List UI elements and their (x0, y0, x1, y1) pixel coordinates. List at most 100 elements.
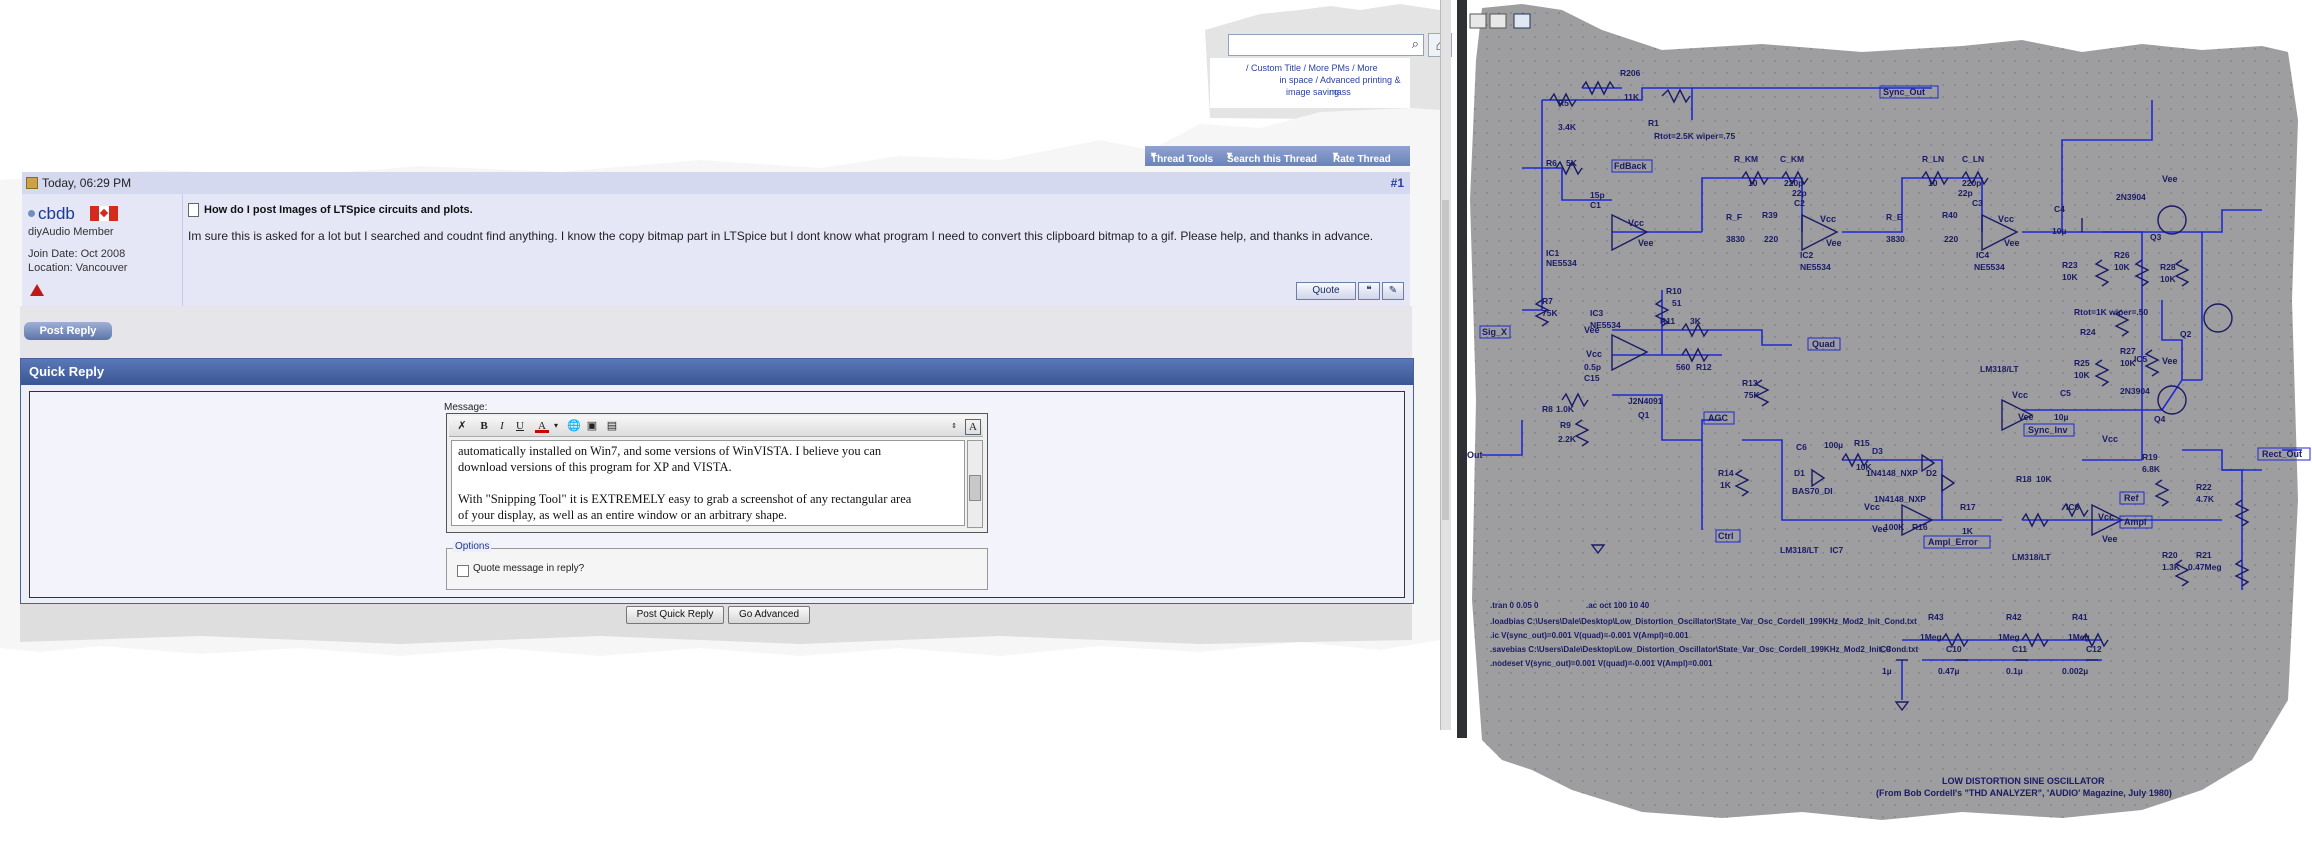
toolbar-icon-3[interactable] (1513, 13, 1531, 29)
directive-tran[interactable]: .tran 0 0.05 0 (1490, 601, 1539, 610)
net-label-sync-inv[interactable]: Sync_Inv (2028, 425, 2068, 435)
label-r22: R22 (2196, 482, 2212, 492)
italic-button[interactable]: I (495, 419, 509, 433)
thread-tools-label[interactable]: Thread Tools (1151, 154, 1213, 165)
options-legend: Options (453, 541, 492, 552)
multi-quote-button[interactable]: ❝ (1358, 282, 1380, 300)
value-r41: 1Meg (2068, 632, 2090, 642)
thread-tools-menu[interactable]: Thread Tools ▾ (1151, 150, 1213, 165)
schematic-canvas[interactable]: Sync_Out FdBack Sig_X Quad AGC _Out Rect… (1461, 0, 2312, 836)
insert-link-icon[interactable]: 🌐 (567, 419, 581, 433)
post-quick-reply-label[interactable]: Post Quick Reply (637, 609, 714, 620)
editor-line: download versions of this program for XP… (458, 460, 732, 474)
label-c2: C2 (1794, 198, 1805, 208)
quick-reply-button[interactable]: ✎ (1382, 282, 1404, 300)
quote-button[interactable]: Quote (1296, 282, 1356, 300)
username-link[interactable]: cbdb (38, 204, 75, 224)
font-color-button[interactable]: A (535, 419, 549, 433)
go-advanced-label[interactable]: Go Advanced (739, 609, 799, 620)
label-q3: Q3 (2150, 232, 2162, 242)
net-label-quad[interactable]: Quad (1812, 339, 1835, 349)
label-ic7: IC7 (1830, 545, 1844, 555)
scrollbar-thumb[interactable] (969, 475, 981, 501)
quote-label[interactable]: Quote (1312, 285, 1339, 296)
chevron-down-icon[interactable]: ▾ (549, 419, 563, 433)
label-r16: R16 (1912, 522, 1928, 532)
resize-icon[interactable]: ⇕ (947, 419, 961, 433)
top-link-1[interactable]: / Custom Title / More PMs / More (1246, 62, 1378, 74)
net-label-agc[interactable]: AGC (1708, 413, 1729, 423)
net-label-vcc: Vcc (1586, 349, 1602, 359)
message-textarea[interactable]: automatically installed on Win7, and som… (451, 440, 965, 526)
toolbar-icon-1[interactable] (1469, 13, 1487, 29)
net-label-ampl[interactable]: Ampl (2124, 517, 2147, 527)
label-r19: R19 (2142, 452, 2158, 462)
rate-thread-label[interactable]: Rate Thread (1333, 154, 1391, 165)
link-text[interactable]: / Custom Title (1246, 63, 1301, 73)
browser-scrollbar[interactable] (1440, 0, 1451, 730)
directive-nodeset[interactable]: .nodeset V(sync_out)=0.001 V(quad)=-0.00… (1490, 659, 1713, 668)
net-label-fdback[interactable]: FdBack (1614, 161, 1648, 171)
top-link-3[interactable]: image saving (1286, 86, 1339, 98)
link-text[interactable]: / More PMs (1304, 63, 1350, 73)
quick-reply-title: Quick Reply (21, 359, 1413, 385)
link-text[interactable]: / More (1352, 63, 1378, 73)
net-label-sig-x[interactable]: Sig_X (1482, 327, 1507, 337)
label-r28: R28 (2160, 262, 2176, 272)
value-r10: 51 (1672, 298, 1682, 308)
value-c1: 15p (1590, 190, 1605, 200)
net-label-ref[interactable]: Ref (2124, 493, 2140, 503)
bold-button[interactable]: B (477, 419, 491, 433)
directive-ac[interactable]: .ac oct 100 10 40 (1586, 601, 1650, 610)
editor-toolbar: ✗ B I U A ▾ 🌐 ▣ ▤ ⇕ A (449, 416, 983, 437)
quote-tag-icon[interactable]: ▤ (605, 419, 619, 433)
value-q3: 2N3904 (2116, 192, 2146, 202)
directive-ic[interactable]: .ic V(sync_out)=0.001 V(quad)=-0.001 V(A… (1490, 631, 1689, 640)
label-r14: R14 (1718, 468, 1734, 478)
link-text[interactable]: in space (1279, 75, 1313, 85)
underline-button[interactable]: U (513, 419, 527, 433)
editor-scrollbar[interactable] (967, 440, 983, 528)
label-c6: C6 (1796, 442, 1807, 452)
value-r7: 75K (1542, 308, 1558, 318)
label-r24: R24 (2080, 327, 2096, 337)
switch-editor-icon[interactable]: A (965, 419, 981, 435)
post-number-link[interactable]: #1 (1391, 176, 1404, 190)
net-label-vcc: Vcc (2102, 434, 2118, 444)
value-c6: 100µ (1824, 440, 1843, 450)
search-thread-label[interactable]: Search this Thread (1227, 154, 1317, 165)
net-label-sync-out[interactable]: Sync_Out (1883, 87, 1925, 97)
insert-image-icon[interactable]: ▣ (585, 419, 599, 433)
label-r21: R21 (2196, 550, 2212, 560)
net-label-vee: Vee (2102, 534, 2118, 544)
directive-loadbias[interactable]: .loadbias C:\Users\Dale\Desktop\Low_Dist… (1490, 617, 1917, 626)
toolbar-icon-2[interactable] (1489, 13, 1507, 29)
value-q1: J2N4091 (1628, 396, 1663, 406)
label-c5: C5 (2060, 388, 2071, 398)
label-r11: R11 (1660, 316, 1675, 326)
label-r12: R12 (1696, 362, 1712, 372)
label-r17: R17 (1960, 502, 1976, 512)
browser-scrollbar-thumb[interactable] (1442, 200, 1449, 520)
net-label-ampl-error[interactable]: Ampl_Error (1928, 537, 1978, 547)
search-thread-menu[interactable]: Search this Thread ▾ (1227, 150, 1317, 165)
value-ic3: NE5534 (1590, 320, 1621, 330)
net-label-out[interactable]: _Out (1461, 450, 1483, 460)
search-input[interactable]: ⌕ (1228, 34, 1424, 56)
label-r25: R25 (2074, 358, 2090, 368)
label-ic1: IC1 (1546, 248, 1560, 258)
report-post-icon[interactable] (30, 284, 44, 296)
net-label-ctrl[interactable]: Ctrl (1718, 531, 1734, 541)
post-reply-button[interactable]: Post Reply (24, 322, 112, 340)
value-r9: 2.2K (1558, 434, 1577, 444)
post-quick-reply-button[interactable]: Post Quick Reply (626, 606, 724, 624)
rate-thread-menu[interactable]: Rate Thread ▾ (1333, 150, 1391, 165)
quote-message-checkbox[interactable] (457, 565, 469, 577)
value-r11: 3K (1690, 316, 1702, 326)
go-advanced-button[interactable]: Go Advanced (728, 606, 810, 624)
post-reply-label[interactable]: Post Reply (40, 325, 97, 337)
search-icon[interactable]: ⌕ (1412, 36, 1419, 52)
directive-savebias[interactable]: .savebias C:\Users\Dale\Desktop\Low_Dist… (1490, 645, 1918, 654)
remove-format-icon[interactable]: ✗ (455, 419, 469, 433)
net-label-rect-out[interactable]: Rect_Out (2262, 449, 2302, 459)
